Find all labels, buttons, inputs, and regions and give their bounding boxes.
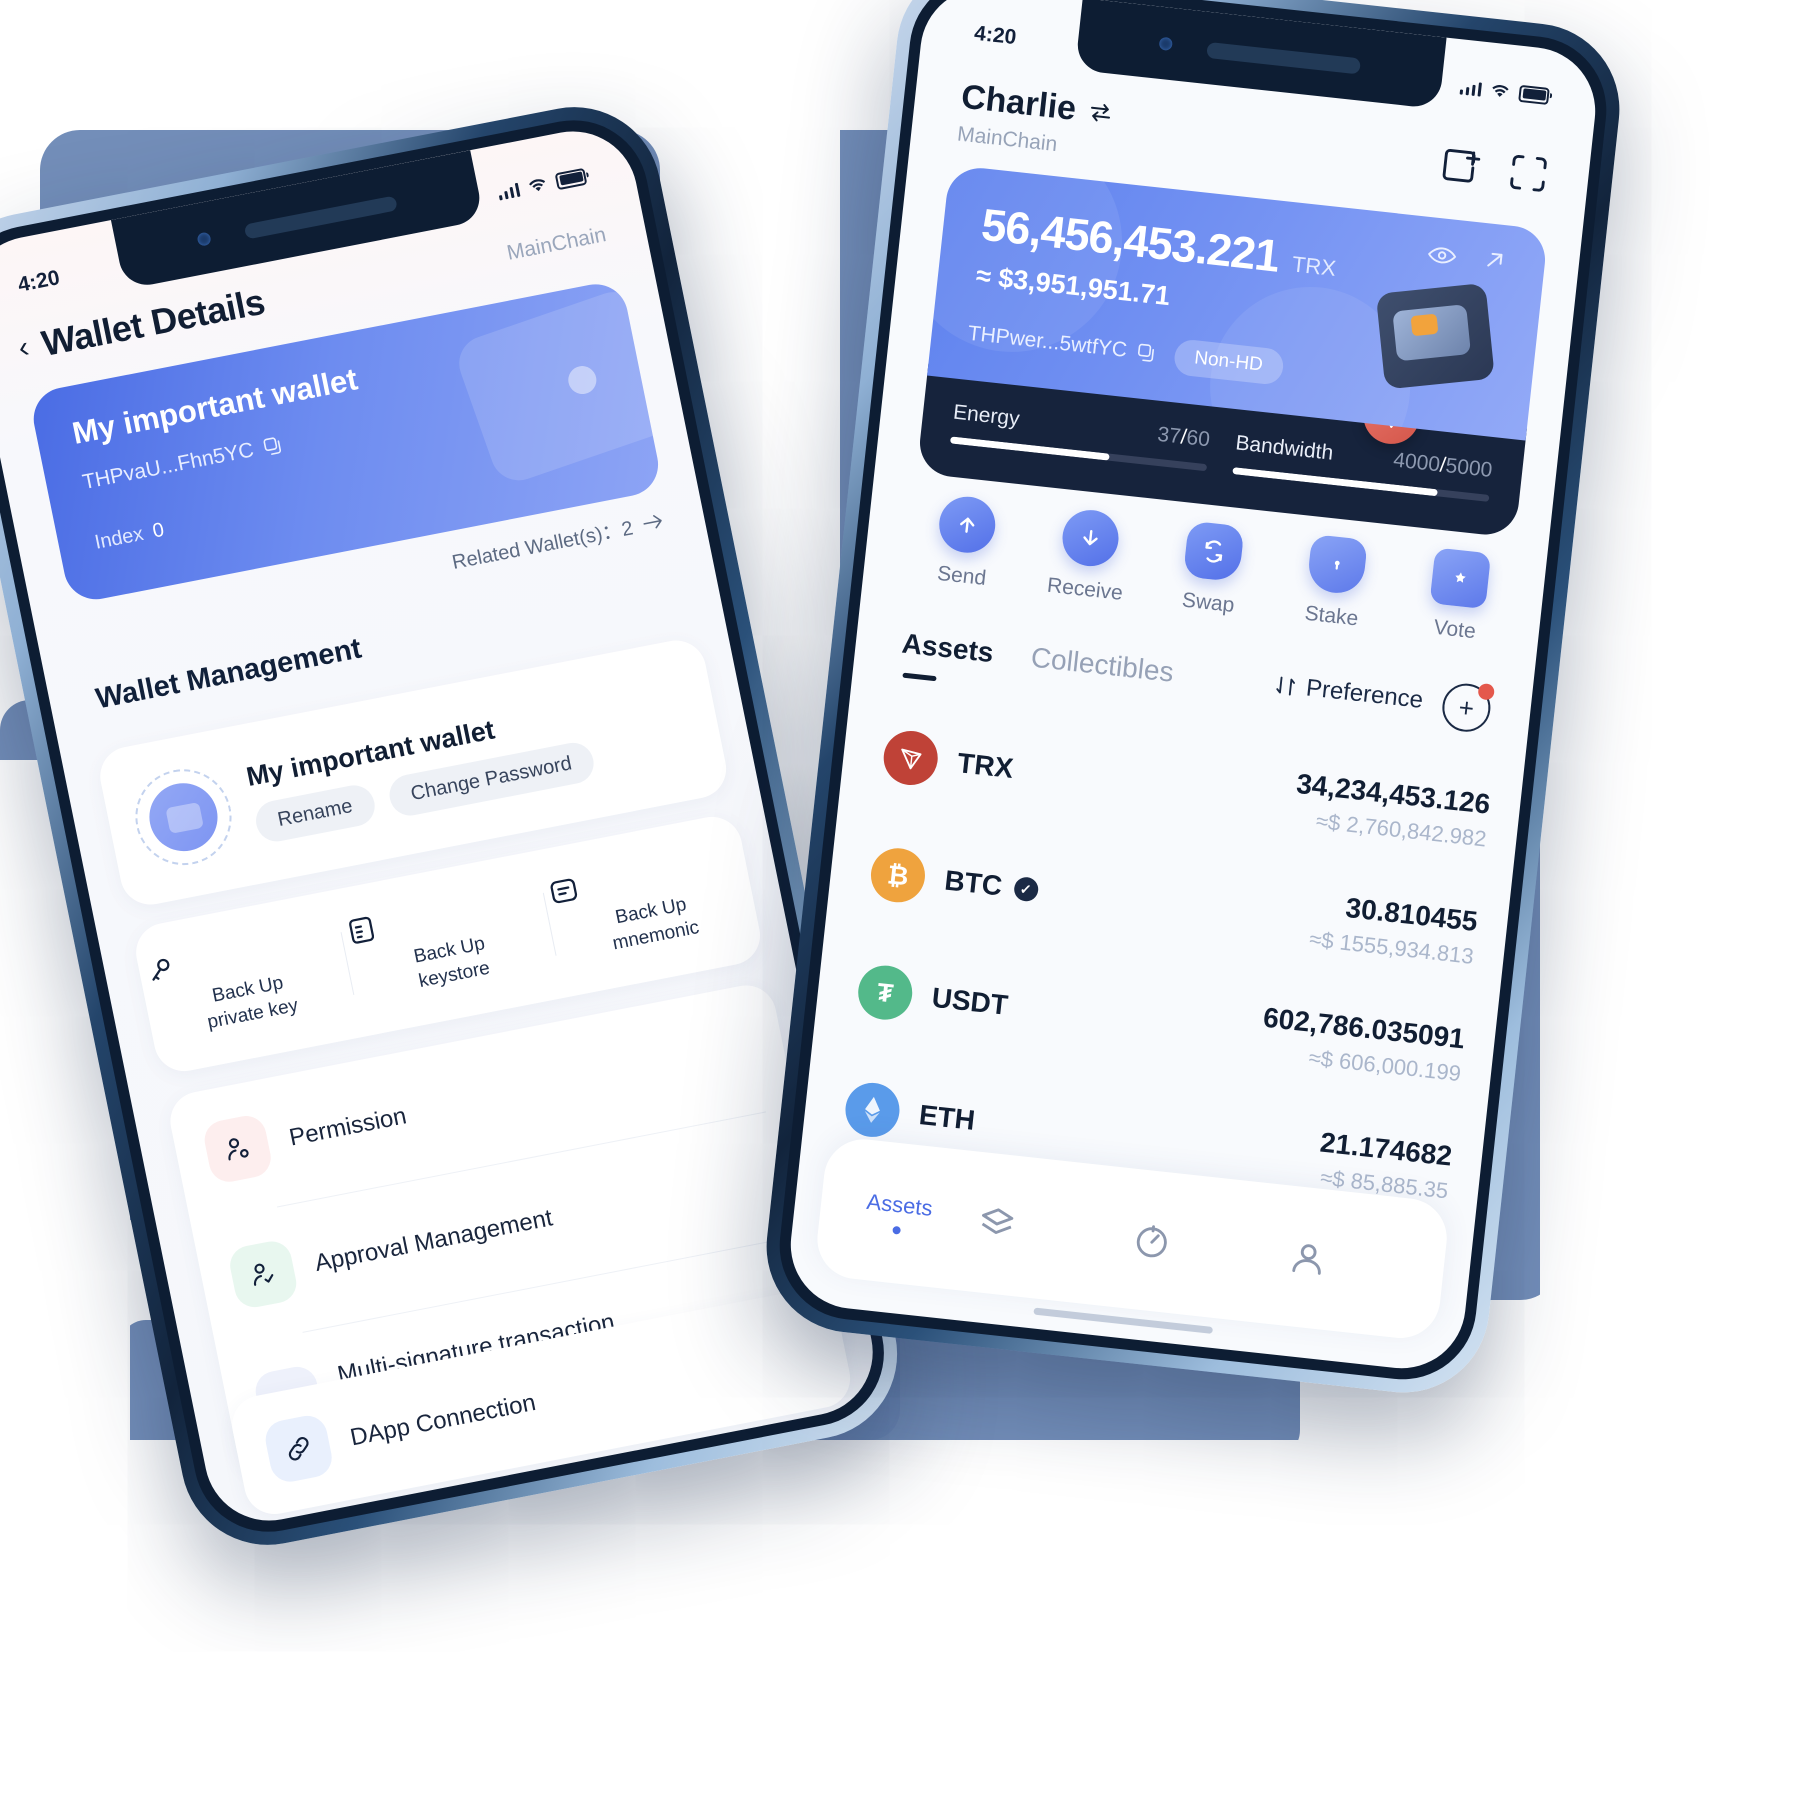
explore-icon [1136, 1225, 1167, 1258]
ticket-star-icon [1429, 547, 1492, 610]
card-decoration [451, 284, 664, 488]
resource-energy[interactable]: Energy 37/60 [949, 400, 1212, 471]
speaker-icon [1206, 42, 1361, 75]
backup-private-key-button[interactable]: Back Up private key [137, 920, 356, 1047]
resource-bandwidth[interactable]: Bandwidth 4000/5000 [1232, 431, 1493, 502]
wallet-index-value: 0 [150, 518, 167, 543]
asset-symbol: USDT [930, 981, 1010, 1021]
menu-item-label: DApp Connection [347, 1389, 538, 1452]
arrow-up-right-icon[interactable] [1482, 247, 1508, 273]
asset-tabs: Assets Collectibles [900, 627, 1175, 688]
arrow-down-icon [1059, 507, 1122, 569]
wallet-index: Index 0 [93, 519, 166, 555]
wallet-home-screen: 4:20 Charlie MainChain 56,456,453.221 TR… [784, 0, 1602, 1375]
wallet-3d-icon [1375, 282, 1495, 390]
front-camera-icon [1158, 36, 1173, 52]
asset-symbol: TRX [955, 747, 1015, 785]
resource-value: 4000 [1392, 447, 1442, 476]
signal-bars-icon [1459, 79, 1483, 97]
add-wallet-icon[interactable] [1439, 144, 1483, 188]
action-stake[interactable]: Stake [1269, 530, 1402, 635]
add-token-button[interactable]: + [1439, 681, 1496, 735]
bottom-nav-explore[interactable] [1130, 1219, 1290, 1276]
tether-icon: ₮ [855, 962, 915, 1023]
verified-badge-icon: ✓ [1012, 875, 1039, 903]
wallet-index-label: Index [92, 522, 146, 554]
backup-mnemonic-button[interactable]: Back Up mnemonic [540, 841, 759, 968]
resource-max: 60 [1185, 425, 1212, 451]
rename-button[interactable]: Rename [252, 781, 378, 845]
resource-label: Energy [952, 400, 1021, 431]
section-title-wallet-management: Wallet Management [93, 632, 365, 716]
action-label: Vote [1432, 615, 1477, 644]
bottom-nav-layers[interactable] [974, 1202, 1134, 1259]
balance-unit: TRX [1290, 251, 1338, 281]
menu-item-label: Approval Management [312, 1204, 555, 1277]
wallet-address: THPwer...5wtfYC [966, 321, 1129, 362]
scan-qr-icon[interactable] [1506, 151, 1550, 195]
permission-user-icon [201, 1112, 275, 1186]
status-time: 4:20 [973, 21, 1018, 50]
bottom-nav-profile[interactable] [1286, 1236, 1446, 1293]
bottom-nav-assets[interactable]: Assets [819, 1184, 979, 1243]
account-name: Charlie [959, 77, 1079, 128]
wallet-name: My important wallet [69, 361, 361, 451]
preference-label: Preference [1304, 674, 1425, 714]
action-vote[interactable]: Vote [1392, 544, 1525, 649]
action-label: Send [936, 561, 988, 590]
sort-arrows-icon [1275, 676, 1295, 696]
wifi-icon [1492, 84, 1509, 97]
action-swap[interactable]: Swap [1145, 517, 1278, 622]
wallet-address: THPvaU...Fhn5YC [80, 438, 256, 495]
asset-symbol: ETH [917, 1099, 977, 1136]
arrow-up-icon [936, 493, 999, 556]
eye-icon[interactable] [1426, 243, 1458, 268]
tron-logo-icon [880, 728, 941, 788]
backup-keystore-button[interactable]: Back Up keystore [338, 881, 557, 1008]
action-receive[interactable]: Receive [1022, 504, 1155, 609]
action-send[interactable]: Send [899, 490, 1032, 595]
asset-amount: 692.418878222498 [1185, 1349, 1428, 1374]
battery-icon [554, 167, 588, 190]
front-camera-icon [195, 231, 212, 247]
switch-account-icon[interactable] [1087, 100, 1115, 125]
profile-icon [1291, 1244, 1321, 1275]
wallet-avatar-icon [126, 760, 241, 874]
asset-symbol: BTC [943, 864, 1004, 902]
shield-key-icon [1306, 534, 1368, 596]
approval-user-check-icon [226, 1238, 300, 1311]
status-time: 4:20 [15, 266, 62, 297]
swap-icon [1182, 520, 1245, 583]
action-label: Swap [1180, 588, 1236, 617]
ethereum-icon [842, 1080, 903, 1140]
notification-dot [1477, 682, 1496, 701]
copy-icon[interactable] [1136, 342, 1158, 364]
phone-right: 4:20 Charlie MainChain 56,456,453.221 TR… [757, 0, 1629, 1402]
preference-button[interactable]: Preference [1273, 671, 1425, 715]
wifi-icon [528, 178, 546, 191]
bitcoin-icon: ₿ [868, 845, 928, 906]
speaker-icon [243, 195, 398, 240]
dapp-link-icon [262, 1412, 336, 1486]
signal-bars-icon [496, 181, 521, 201]
chain-label: MainChain [504, 223, 609, 265]
active-dot [892, 1225, 902, 1235]
tab-collectibles[interactable]: Collectibles [1029, 641, 1176, 688]
back-button[interactable]: ‹ [15, 330, 31, 364]
resource-label: Bandwidth [1234, 430, 1335, 465]
action-label: Stake [1303, 601, 1360, 631]
bottom-nav-label: Assets [865, 1188, 934, 1221]
layers-icon [981, 1208, 1013, 1234]
resource-max: 5000 [1444, 453, 1494, 482]
phone-bezel: 4:20 Charlie MainChain 56,456,453.221 TR… [772, 0, 1614, 1387]
action-label: Receive [1045, 573, 1124, 605]
copy-icon[interactable] [261, 435, 285, 458]
resource-value: 37 [1156, 422, 1183, 448]
tab-assets[interactable]: Assets [900, 627, 995, 669]
arrow-right-icon [643, 514, 662, 528]
wallet-address-row[interactable]: THPwer...5wtfYC [967, 322, 1158, 366]
menu-item-label: Permission [286, 1102, 409, 1152]
battery-icon [1518, 84, 1550, 105]
